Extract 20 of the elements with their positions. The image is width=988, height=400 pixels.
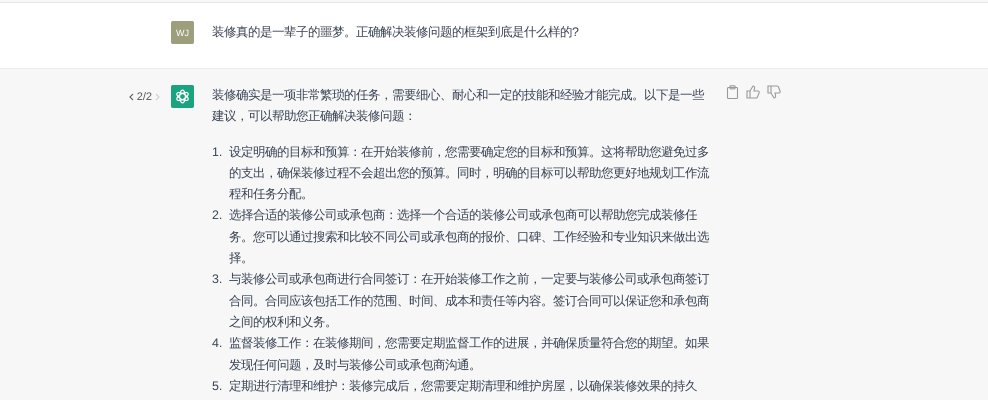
list-item-text: 设定明确的目标和预算：在开始装修前，您需要确定您的目标和预算。这将帮助您避免过多的支出，确保装修过程不会超出您的预算。同时，明确的目标可以帮助您更好地规划工作流程和任务分配。 [229,144,710,204]
clipboard-icon[interactable] [726,85,739,99]
next-icon[interactable] [155,92,160,100]
previous-icon[interactable] [128,92,134,100]
assistant-logo-icon [174,88,191,105]
list-number: 2. [212,207,224,224]
response-paragraph: 装修确实是一项非常繁琐的任务，需要细心、耐心和一定的技能和经验才能完成。以下是一些建议，可以帮助您正确解决装修问题： [212,87,706,126]
list-item-text: 选择合适的装修公司或承包商：选择一个合适的装修公司或承包商可以帮助您完成装修任务。您可以通过搜索和比较不同公司或承包商的报价、口碑、工作经验和专业知识来做出选择。 [229,207,710,268]
thumbs-down-icon[interactable] [767,85,781,99]
list-item-text: 与装修公司或承包商进行合同签订：在开始装修工作之前，一定要与装修公司或承包商签订合同。合同应该包括工作的范围、时间、成本和责任等内容。签订合同可以保证您和承包商之间的权利和义务。 [229,271,710,331]
thumbs-up-icon[interactable] [746,85,760,99]
response-counter: 2/2 [136,90,152,102]
list-number: 3. [212,271,224,288]
list-number: 1. [212,144,224,161]
list-number: 5. [212,378,224,395]
list-item-text: 监督装修工作：在装修期间，您需要定期监督工作的进展，并确保质量符合您的期望。如果发现任何问题，及时与装修公司或承包商沟通。 [229,335,710,374]
list-number: 4. [212,335,224,352]
user-avatar: WJ [171,21,194,44]
list-item-text: 定期进行清理和维护：装修完成后，您需要定期清理和维护房屋，以确保装修效果的持久 [229,378,697,395]
user-message: 装修真的是一辈子的噩梦。正确解决装修问题的框架到底是什么样的? [212,24,580,41]
